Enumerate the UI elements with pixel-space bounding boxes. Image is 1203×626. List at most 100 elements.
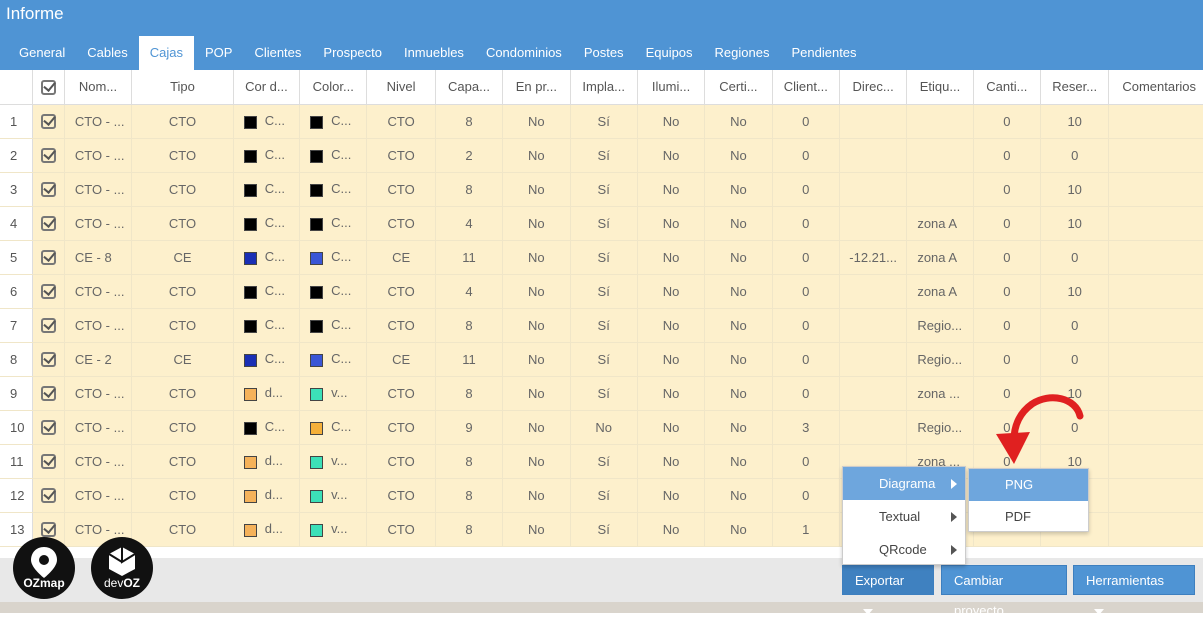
color-label: C... <box>264 351 285 367</box>
cell-cert: No <box>704 376 773 411</box>
cell-nome: CE - 2 <box>64 342 133 377</box>
color-label: v... <box>331 521 348 537</box>
tab-prospecto[interactable]: Prospecto <box>312 36 393 70</box>
row-checkbox[interactable] <box>32 240 65 275</box>
row-checkbox[interactable] <box>32 104 65 139</box>
cell-nivel: CTO <box>366 410 436 445</box>
color-label: C... <box>331 283 352 299</box>
cell-tipo: CE <box>131 240 234 275</box>
tab-general[interactable]: General <box>8 36 76 70</box>
cell-impl: Sí <box>570 376 638 411</box>
export-button[interactable]: Exportar <box>842 565 934 615</box>
cable-color-cell: d... <box>233 478 301 513</box>
tab-clientes[interactable]: Clientes <box>243 36 312 70</box>
table-row[interactable]: 5 CE - 8 CE C... C... CE 11 No Sí No No 0 -12.21... z… <box>0 240 1203 275</box>
table-row[interactable]: 2 CTO - ... CTO C... C... CTO 2 No Sí No No 0 0 0 <box>0 138 1203 173</box>
color-label: C... <box>331 317 352 333</box>
row-checkbox[interactable] <box>32 410 65 445</box>
cell-com <box>1108 512 1203 547</box>
cell-impl: Sí <box>570 274 638 309</box>
column-header[interactable]: Etiqu... <box>906 70 974 105</box>
column-header[interactable]: En pr... <box>502 70 571 105</box>
color-swatch <box>310 251 324 265</box>
cell-enpr: No <box>502 240 571 275</box>
select-all-checkbox[interactable] <box>32 70 65 105</box>
table-row[interactable]: 3 CTO - ... CTO C... C... CTO 8 No Sí No No 0 0 10 <box>0 172 1203 207</box>
cell-cert: No <box>704 274 773 309</box>
change-project-button[interactable]: Cambiar proyecto <box>941 565 1067 618</box>
column-header[interactable]: Canti... <box>973 70 1042 105</box>
color-label: v... <box>331 385 348 401</box>
cell-com <box>1108 172 1203 207</box>
row-checkbox[interactable] <box>32 478 65 513</box>
column-header[interactable]: Cor d... <box>233 70 301 105</box>
row-checkbox[interactable] <box>32 342 65 377</box>
table-row[interactable]: 8 CE - 2 CE C... C... CE 11 No Sí No No 0 Regio... 0 0 <box>0 342 1203 377</box>
cell-nivel: CE <box>366 342 436 377</box>
cell-cert: No <box>704 410 773 445</box>
column-header[interactable]: Direc... <box>839 70 908 105</box>
color-label: d... <box>264 453 283 469</box>
cell-nivel: CTO <box>366 308 436 343</box>
submenu-item-png[interactable]: PNG <box>969 469 1088 501</box>
menu-item-textual[interactable]: Textual <box>843 500 965 533</box>
cell-cap: 2 <box>435 138 504 173</box>
cell-impl: Sí <box>570 104 638 139</box>
cell-cert: No <box>704 104 773 139</box>
row-checkbox[interactable] <box>32 138 65 173</box>
color-swatch <box>243 387 257 401</box>
column-header[interactable]: Nom... <box>64 70 133 105</box>
tab-regiones[interactable]: Regiones <box>704 36 781 70</box>
tools-button[interactable]: Herramientas <box>1073 565 1195 615</box>
row-checkbox[interactable] <box>32 308 65 343</box>
cell-nome: CTO - ... <box>64 410 133 445</box>
color-swatch <box>310 523 324 537</box>
tab-postes[interactable]: Postes <box>573 36 635 70</box>
cell-etq: Regio... <box>906 342 974 377</box>
tab-cajas[interactable]: Cajas <box>138 36 194 70</box>
cable-color-cell: C... <box>233 342 301 377</box>
color-cell: C... <box>299 308 368 343</box>
column-header[interactable]: Reser... <box>1040 70 1110 105</box>
color-swatch <box>310 319 324 333</box>
curved-arrow-icon <box>996 394 1084 464</box>
checkbox-icon <box>40 488 56 504</box>
checkbox-icon <box>40 148 56 164</box>
column-header[interactable]: Nivel <box>366 70 436 105</box>
column-header[interactable]: Tipo <box>131 70 234 105</box>
tab-inmuebles[interactable]: Inmuebles <box>393 36 475 70</box>
color-label: C... <box>264 249 285 265</box>
tab-cables[interactable]: Cables <box>76 36 138 70</box>
cell-dir <box>839 172 908 207</box>
column-header[interactable]: Color... <box>299 70 368 105</box>
table-row[interactable]: 6 CTO - ... CTO C... C... CTO 4 No Sí No No 0 zona A… <box>0 274 1203 309</box>
table-row[interactable]: 4 CTO - ... CTO C... C... CTO 4 No Sí No No 0 zona A… <box>0 206 1203 241</box>
column-header[interactable]: Comentarios <box>1108 70 1203 105</box>
row-checkbox[interactable] <box>32 172 65 207</box>
cell-com <box>1108 138 1203 173</box>
cell-nivel: CTO <box>366 172 436 207</box>
checkbox-icon <box>40 454 56 470</box>
cell-enpr: No <box>502 410 571 445</box>
menu-item-diagrama[interactable]: Diagrama <box>843 467 965 500</box>
cell-cant: 0 <box>973 138 1042 173</box>
tab-pendientes[interactable]: Pendientes <box>780 36 867 70</box>
table-row[interactable]: 1 CTO - ... CTO C... C... CTO 8 No Sí No No 0 0 10 <box>0 104 1203 139</box>
tab-pop[interactable]: POP <box>194 36 243 70</box>
tab-equipos[interactable]: Equipos <box>635 36 704 70</box>
column-header[interactable]: Capa... <box>435 70 504 105</box>
color-label: C... <box>331 419 352 435</box>
tab-condominios[interactable]: Condominios <box>475 36 573 70</box>
row-checkbox[interactable] <box>32 206 65 241</box>
row-checkbox[interactable] <box>32 274 65 309</box>
row-checkbox[interactable] <box>32 376 65 411</box>
column-header[interactable]: Client... <box>772 70 840 105</box>
column-header[interactable]: Ilumi... <box>637 70 706 105</box>
menu-item-qrcode[interactable]: QRcode <box>843 533 965 566</box>
column-header[interactable]: Certi... <box>704 70 773 105</box>
submenu-item-pdf[interactable]: PDF <box>969 501 1088 533</box>
column-header[interactable]: Impla... <box>570 70 638 105</box>
table-row[interactable]: 7 CTO - ... CTO C... C... CTO 8 No Sí No No 0 Regio.… <box>0 308 1203 343</box>
row-checkbox[interactable] <box>32 444 65 479</box>
cell-com <box>1108 274 1203 309</box>
